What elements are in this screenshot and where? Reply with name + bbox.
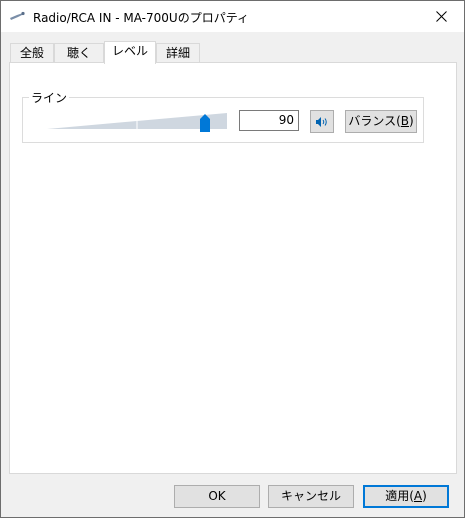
balance-label: バランス(	[348, 114, 401, 128]
tab-advanced[interactable]: 詳細	[156, 43, 200, 63]
close-icon	[435, 11, 447, 22]
window-title: Radio/RCA IN - MA-700Uのプロパティ	[33, 11, 249, 25]
properties-window: Radio/RCA IN - MA-700Uのプロパティ 全般 聴く レベル 詳…	[0, 0, 465, 518]
tab-general[interactable]: 全般	[10, 43, 54, 63]
ok-button[interactable]: OK	[174, 485, 260, 508]
audio-jack-icon	[10, 11, 25, 20]
balance-button[interactable]: バランス(B)	[345, 110, 417, 133]
line-label: ライン	[29, 89, 70, 106]
mute-button[interactable]	[310, 110, 334, 133]
speaker-icon	[316, 116, 327, 127]
close-button[interactable]	[418, 1, 464, 32]
apply-accesskey: A	[413, 489, 423, 503]
apply-label: 適用(	[385, 489, 414, 503]
volume-value-input[interactable]: 90	[239, 110, 299, 131]
line-level-group: ライン 90 バランス(B)	[22, 89, 424, 143]
cancel-button[interactable]: キャンセル	[268, 485, 354, 508]
tab-levels[interactable]: レベル	[104, 41, 156, 64]
apply-label-end: )	[422, 489, 427, 503]
title-bar[interactable]: Radio/RCA IN - MA-700Uのプロパティ	[1, 1, 464, 32]
tab-listen[interactable]: 聴く	[54, 43, 104, 63]
balance-accesskey: B	[400, 114, 409, 128]
levels-panel: ライン 90 バランス(B)	[9, 62, 457, 474]
volume-slider[interactable]	[47, 113, 227, 133]
balance-label-end: )	[409, 114, 414, 128]
apply-button[interactable]: 適用(A)	[363, 485, 449, 508]
